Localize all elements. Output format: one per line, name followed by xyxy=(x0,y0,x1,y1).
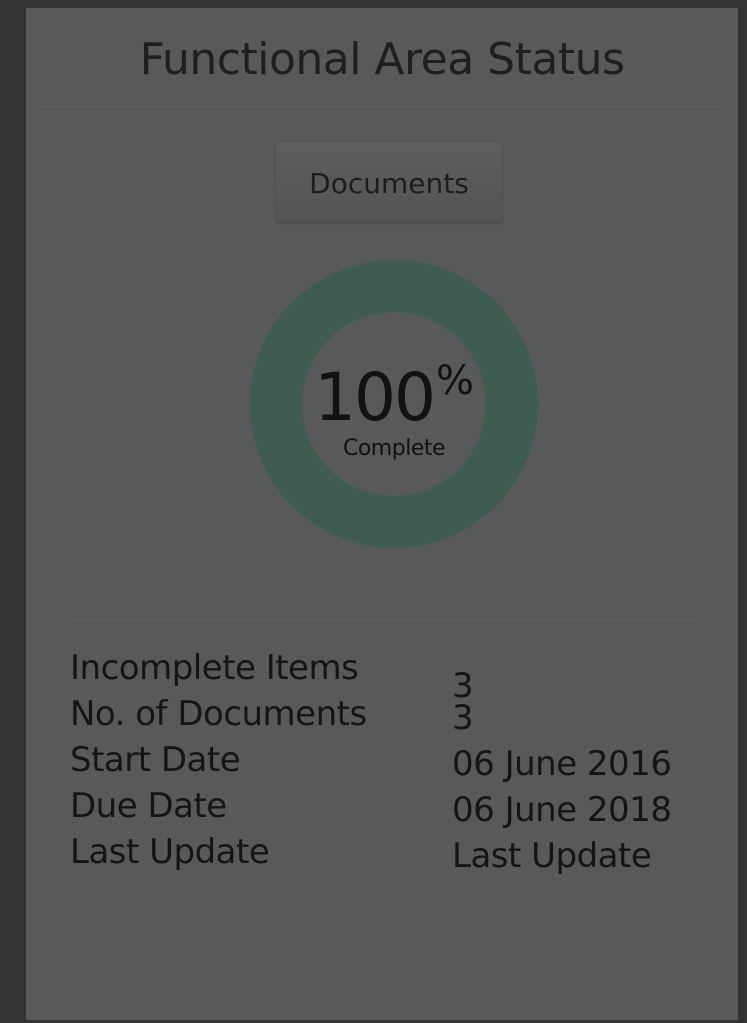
progress-label: 100% Complete xyxy=(250,260,538,548)
detail-value: 06 June 2016 xyxy=(452,744,672,784)
detail-value: 3 xyxy=(452,698,474,738)
detail-row-due-date: Due Date 06 June 2018 xyxy=(70,786,710,832)
detail-row-start-date: Start Date 06 June 2016 xyxy=(70,740,710,786)
functional-area-status-panel: Functional Area Status Documents 100% Co… xyxy=(26,8,738,1020)
divider xyxy=(70,620,694,621)
details-list: Incomplete Items 3 No. of Documents 3 St… xyxy=(70,648,710,878)
panel-title: Functional Area Status xyxy=(38,8,726,107)
progress-caption: Complete xyxy=(342,436,446,461)
detail-label: Start Date xyxy=(70,740,241,780)
documents-button[interactable]: Documents xyxy=(276,142,502,222)
detail-row-incomplete-items: Incomplete Items 3 xyxy=(70,648,710,706)
progress-percent-value: 100 xyxy=(314,359,436,436)
detail-label: Last Update xyxy=(70,832,270,872)
detail-row-last-update: Last Update Last Update xyxy=(70,832,710,878)
detail-value: 06 June 2018 xyxy=(452,790,672,830)
detail-label: Due Date xyxy=(70,786,227,826)
detail-row-no-of-documents: No. of Documents 3 xyxy=(70,694,710,740)
detail-label: No. of Documents xyxy=(70,694,367,734)
detail-value: Last Update xyxy=(452,836,652,876)
detail-label: Incomplete Items xyxy=(70,648,359,688)
percent-symbol: % xyxy=(435,358,474,404)
